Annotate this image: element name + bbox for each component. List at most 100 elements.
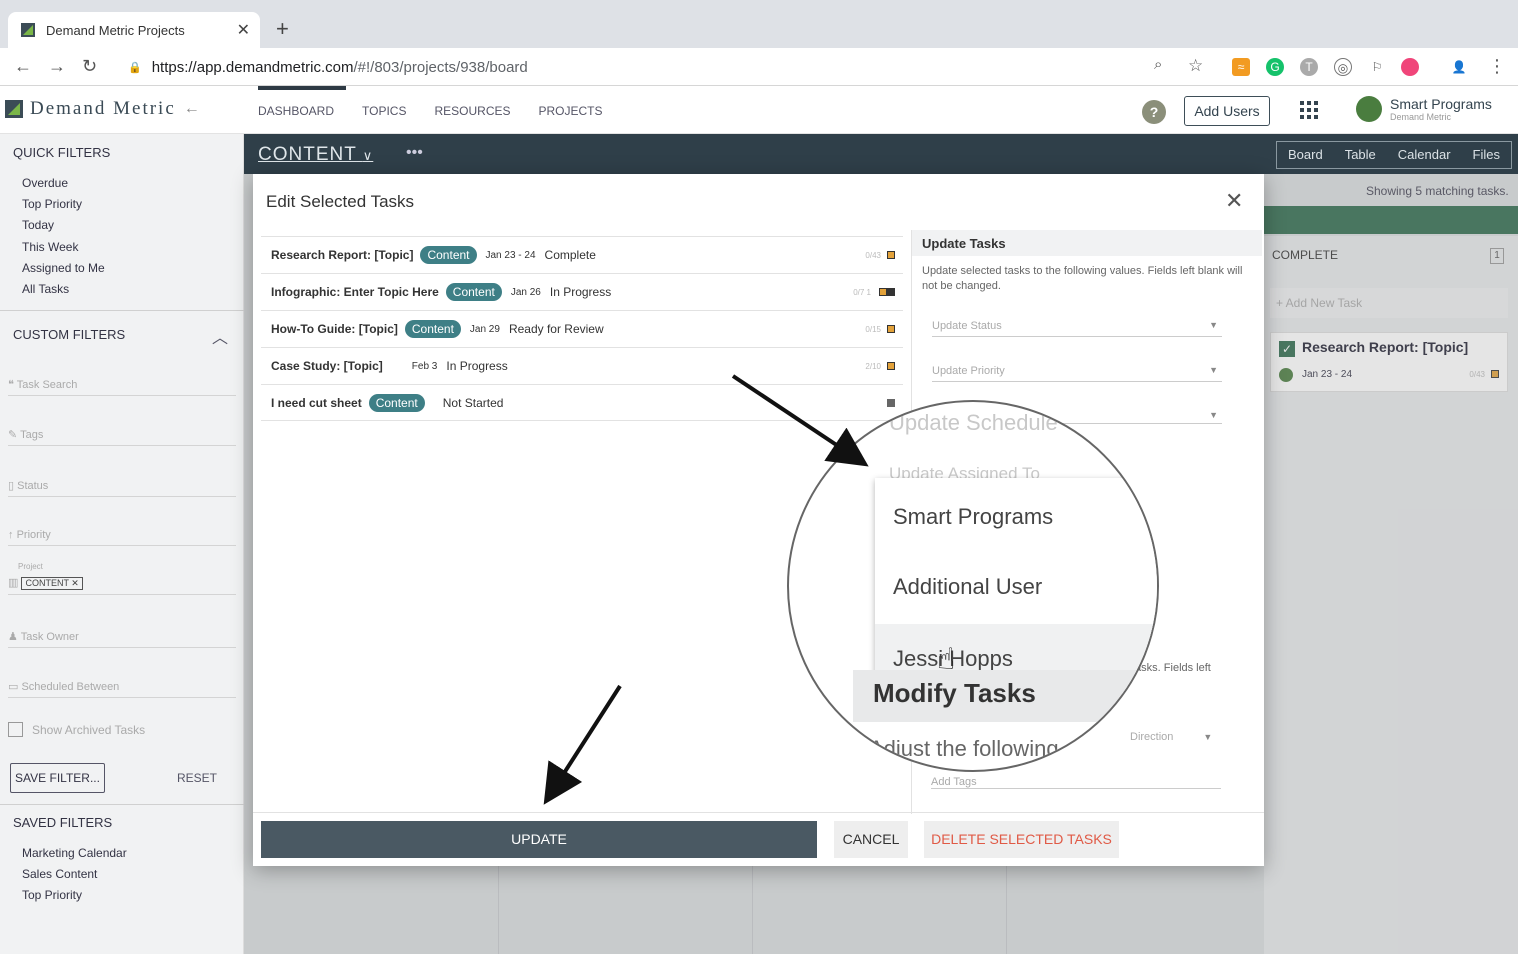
- delete-selected-tasks-button[interactable]: DELETE SELECTED TASKS: [924, 821, 1119, 858]
- filter-top-priority[interactable]: Top Priority: [22, 197, 82, 211]
- project-badge: Content: [445, 283, 502, 301]
- grammarly-extension-icon[interactable]: G: [1266, 58, 1284, 76]
- tags-input[interactable]: ✎ Tags: [8, 428, 236, 446]
- view-table[interactable]: Table: [1334, 142, 1387, 168]
- show-archived-checkbox[interactable]: Show Archived Tasks: [8, 722, 145, 737]
- view-board[interactable]: Board: [1277, 142, 1334, 168]
- more-options-icon[interactable]: •••: [406, 144, 423, 162]
- extension-flag-icon[interactable]: ⚐: [1368, 58, 1386, 76]
- tags-placeholder: Tags: [20, 429, 44, 441]
- add-tags-input[interactable]: Add Tags: [931, 776, 1221, 789]
- app-header: Demand Metric ← DASHBOARD TOPICS RESOURC…: [0, 86, 1518, 134]
- app-logo[interactable]: Demand Metric ←: [4, 98, 202, 120]
- saved-filter-marketing-calendar[interactable]: Marketing Calendar: [22, 846, 127, 860]
- filter-this-week[interactable]: This Week: [22, 240, 78, 254]
- tab-title: Demand Metric Projects: [46, 22, 185, 38]
- priority-square-icon: [887, 362, 895, 370]
- task-status: Complete: [544, 248, 596, 262]
- priority-square-icon: [887, 251, 895, 259]
- nav-dashboard[interactable]: DASHBOARD: [258, 104, 334, 118]
- sidebar-divider: [0, 310, 244, 311]
- extension-t-icon[interactable]: T: [1300, 58, 1318, 76]
- add-users-button[interactable]: Add Users: [1184, 96, 1270, 126]
- priority-input[interactable]: ↑ Priority: [8, 529, 236, 546]
- filter-today[interactable]: Today: [22, 218, 54, 232]
- forward-icon[interactable]: →: [48, 56, 66, 77]
- extension-pink-icon[interactable]: [1401, 58, 1419, 76]
- extension-spiral-icon[interactable]: ◎: [1334, 58, 1352, 76]
- collapse-arrow-icon[interactable]: ←: [184, 100, 202, 118]
- task-status: In Progress: [549, 285, 612, 299]
- url-input[interactable]: 🔒 https://app.demandmetric.com/#!/803/pr…: [118, 52, 1218, 82]
- update-button[interactable]: UPDATE: [261, 821, 817, 858]
- magnifier-content: Update Schedule Update Assigned To Smart…: [789, 402, 1157, 770]
- update-priority-select[interactable]: Update Priority ▼: [932, 365, 1222, 382]
- chrome-menu-icon[interactable]: ⋮: [1488, 56, 1506, 77]
- new-tab-icon[interactable]: +: [276, 16, 289, 42]
- saved-filter-sales-content[interactable]: Sales Content: [22, 867, 97, 881]
- filter-assigned-to-me[interactable]: Assigned to Me: [22, 261, 105, 275]
- url-path: /#!/803/projects/938/board: [353, 58, 528, 76]
- task-row[interactable]: How-To Guide: [Topic] Content Jan 29 Rea…: [261, 310, 903, 347]
- chevron-up-icon[interactable]: ︿: [212, 324, 228, 348]
- task-search-input[interactable]: ❝ Task Search: [8, 378, 236, 396]
- nav-projects[interactable]: PROJECTS: [539, 104, 603, 118]
- priority-square-icon: [887, 325, 895, 333]
- task-owner-input[interactable]: ♟ Task Owner: [8, 630, 236, 648]
- saved-filter-top-priority[interactable]: Top Priority: [22, 888, 82, 902]
- zoom-icon[interactable]: ⌕: [1154, 56, 1162, 73]
- account-name: Smart Programs: [1390, 96, 1492, 112]
- status-input[interactable]: ▯ Status: [8, 479, 236, 497]
- apps-grid-icon[interactable]: [1300, 101, 1318, 119]
- profile-icon[interactable]: 👤: [1450, 58, 1468, 76]
- browser-tab-strip: Demand Metric Projects ✕ +: [0, 0, 1518, 48]
- rss-extension-icon[interactable]: ≈: [1232, 58, 1250, 76]
- update-schedule-zoomed: Update Schedule: [889, 410, 1058, 435]
- task-row[interactable]: Infographic: Enter Topic Here Content Ja…: [261, 273, 903, 310]
- reload-icon[interactable]: ↻: [82, 56, 97, 77]
- show-archived-label: Show Archived Tasks: [32, 722, 146, 737]
- nav-topics[interactable]: TOPICS: [362, 104, 406, 118]
- nav-resources[interactable]: RESOURCES: [434, 104, 510, 118]
- project-chip-label: CONTENT: [25, 578, 69, 588]
- save-filter-button[interactable]: SAVE FILTER...: [10, 763, 105, 793]
- reset-button[interactable]: RESET: [177, 771, 217, 785]
- filter-all-tasks[interactable]: All Tasks: [22, 282, 69, 296]
- scheduled-between-placeholder: Scheduled Between: [21, 681, 120, 693]
- bookmark-star-icon[interactable]: ☆: [1188, 56, 1203, 76]
- priority-placeholder: Priority: [16, 529, 51, 541]
- scheduled-between-input[interactable]: ▭ Scheduled Between: [8, 680, 236, 698]
- chevron-down-icon: ∨: [362, 148, 374, 163]
- priority-square-icon: [879, 288, 887, 296]
- back-icon[interactable]: ←: [14, 56, 32, 77]
- project-chip[interactable]: CONTENT ✕: [21, 577, 83, 590]
- browser-tab[interactable]: Demand Metric Projects ✕: [8, 12, 260, 48]
- filter-overdue[interactable]: Overdue: [22, 176, 68, 190]
- account-subtitle: Demand Metric: [1390, 112, 1452, 122]
- task-row[interactable]: Case Study: [Topic] Feb 3 In Progress 2/…: [261, 347, 903, 384]
- assignee-option[interactable]: Smart Programs: [893, 504, 1053, 530]
- task-name: Case Study: [Topic]: [271, 359, 383, 373]
- update-status-select[interactable]: Update Status ▼: [932, 320, 1222, 337]
- view-calendar[interactable]: Calendar: [1387, 142, 1462, 168]
- board-title[interactable]: CONTENT ∨: [258, 144, 373, 166]
- close-tab-icon[interactable]: ✕: [237, 20, 250, 40]
- assignee-option[interactable]: Additional User: [893, 574, 1042, 600]
- status-icon: ▯: [8, 480, 18, 492]
- help-icon[interactable]: ?: [1142, 100, 1166, 124]
- task-row[interactable]: Research Report: [Topic] Content Jan 23 …: [261, 236, 903, 273]
- cancel-button[interactable]: CANCEL: [834, 821, 908, 858]
- account-menu[interactable]: Smart Programs Demand Metric: [1356, 96, 1492, 122]
- task-status: Ready for Review: [508, 322, 604, 336]
- logo-text: Demand Metric: [30, 98, 176, 119]
- task-date: Jan 23 - 24: [485, 249, 536, 261]
- custom-filters-title: CUSTOM FILTERS: [13, 327, 126, 342]
- tag-icon: ✎: [8, 429, 21, 441]
- quote-icon: ❝: [8, 379, 17, 391]
- calendar-icon: ▭: [8, 681, 22, 693]
- view-files[interactable]: Files: [1462, 142, 1511, 168]
- dropdown-arrow-icon: ▼: [1209, 320, 1218, 330]
- close-icon[interactable]: ✕: [1225, 188, 1243, 214]
- project-input[interactable]: ▥ CONTENT ✕: [8, 576, 236, 595]
- task-name: Infographic: Enter Topic Here: [271, 285, 439, 299]
